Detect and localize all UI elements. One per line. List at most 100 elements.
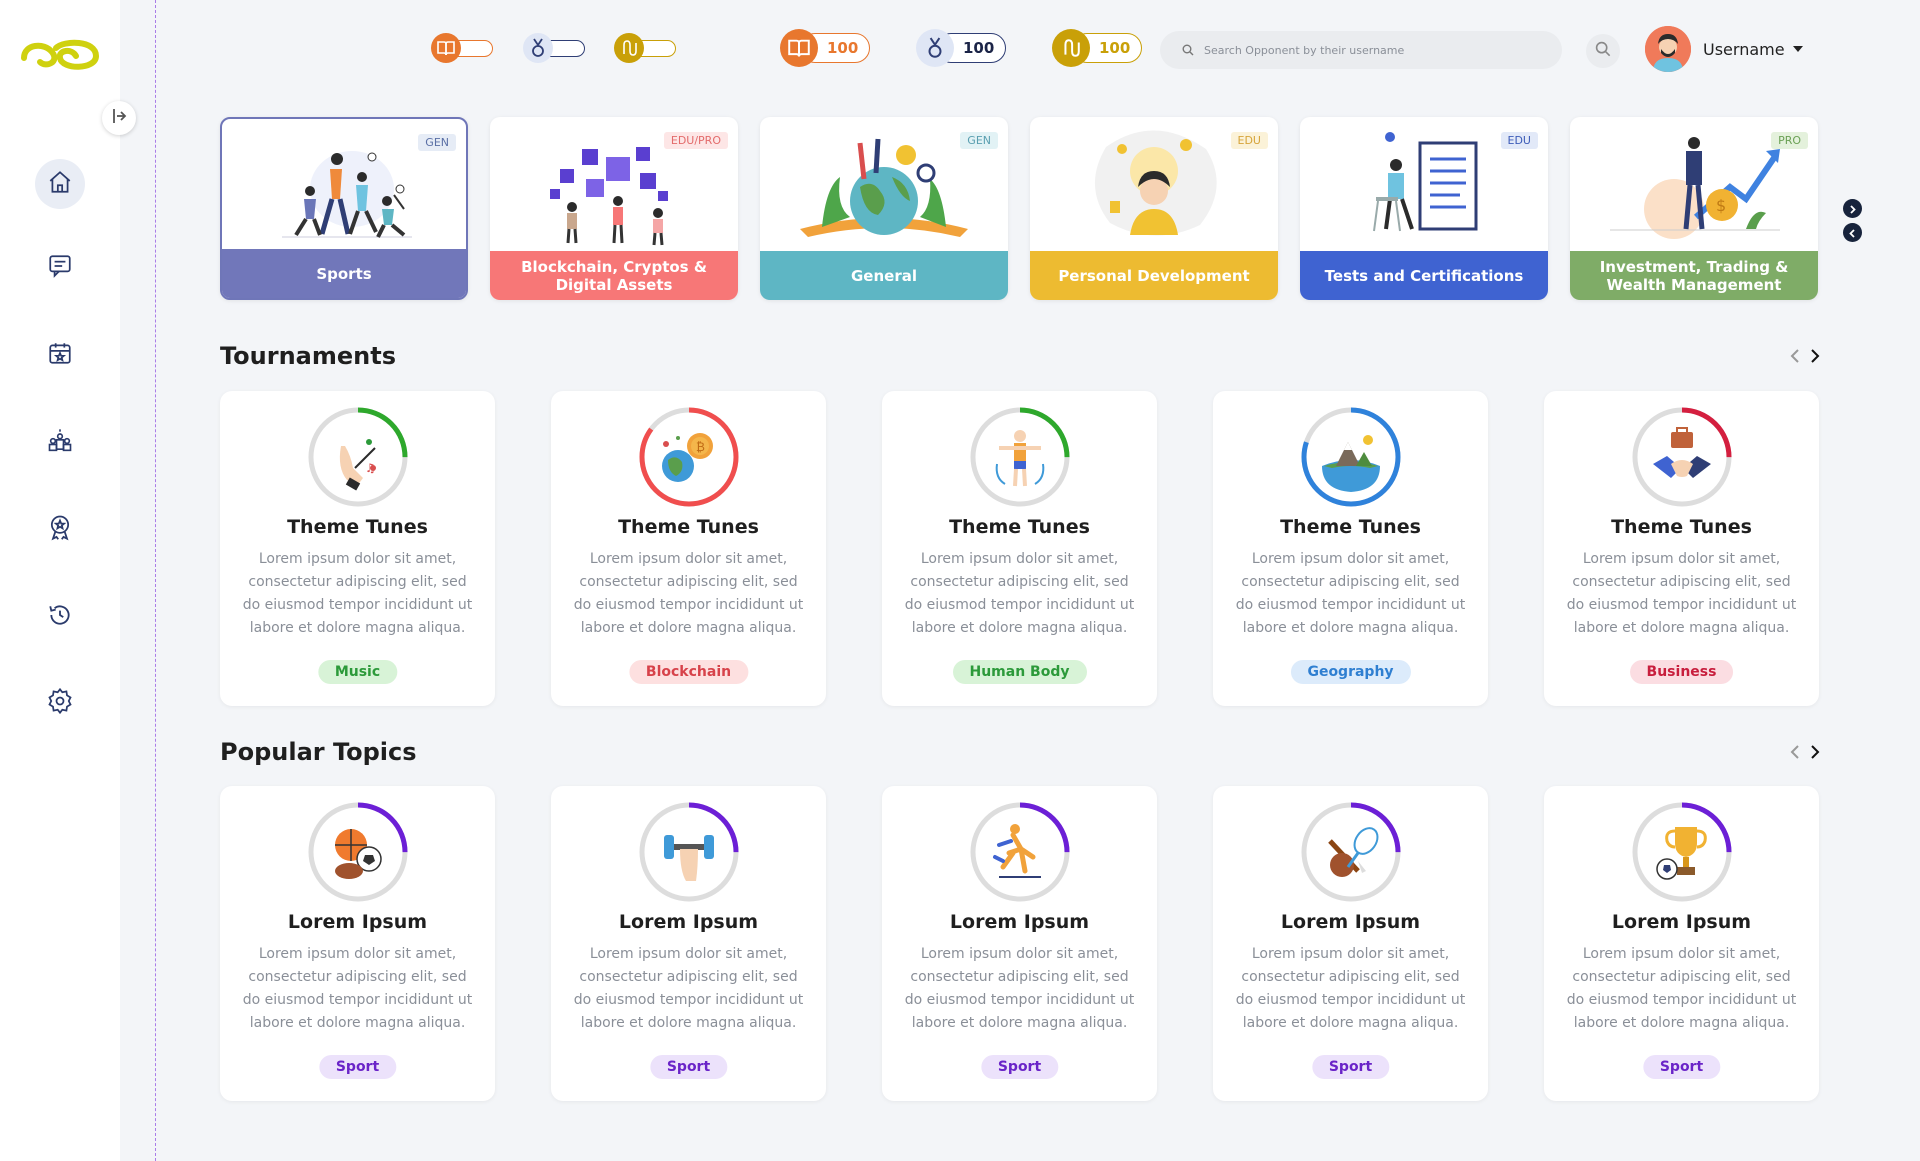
chat-icon [47,253,73,283]
category-badge[interactable]: Sport [980,1055,1059,1079]
home-icon [47,169,73,199]
sidebar [0,0,120,1161]
category-badge[interactable]: Sport [1311,1055,1390,1079]
progress-ring [969,406,1071,508]
search-button[interactable] [1586,34,1620,68]
category-card-personal-development[interactable]: EDU Personal Development [1030,117,1278,300]
category-card-tests-certifications[interactable]: EDU Tests and Certifications [1300,117,1548,300]
tournaments-prev-button[interactable] [1788,344,1802,368]
card-description: Lorem ipsum dolor sit amet, consectetur … [573,551,804,636]
history-icon [47,602,73,632]
settings-icon [46,687,74,719]
category-label: Sports [222,249,466,298]
progress-ring [1631,801,1733,903]
card-title: Theme Tunes [1280,516,1421,538]
card-description: Lorem ipsum dolor sit amet, consectetur … [1566,551,1797,636]
category-card-general[interactable]: GEN General [760,117,1008,300]
topic-card[interactable]: Lorem Ipsum Lorem ipsum dolor sit amet, … [882,786,1157,1101]
avatar [1645,26,1691,72]
medal-toggle[interactable] [523,33,587,63]
topic-card[interactable]: Lorem Ipsum Lorem ipsum dolor sit amet, … [551,786,826,1101]
category-next-button[interactable] [1843,199,1862,218]
progress-ring [638,801,740,903]
card-title: Lorem Ipsum [618,911,759,933]
coin-icon [1052,29,1090,67]
popular-topics-title: Popular Topics [220,738,417,766]
topic-card[interactable]: Lorem Ipsum Lorem ipsum dolor sit amet, … [220,786,495,1101]
calendar-icon [47,340,73,370]
card-title: Theme Tunes [949,516,1090,538]
nav-history[interactable] [35,592,85,642]
logo[interactable] [16,34,104,74]
nav-team[interactable] [35,418,85,468]
category-tag: GEN [418,134,456,151]
card-title: Theme Tunes [287,516,428,538]
tournament-card[interactable]: Theme Tunes Lorem ipsum dolor sit amet, … [1544,391,1819,706]
category-card-sports[interactable]: GEN Sports [220,117,468,300]
tournament-card[interactable]: ₿ Theme Tunes Lorem ipsum dolor sit amet… [551,391,826,706]
category-badge[interactable]: Sport [649,1055,728,1079]
card-description: Lorem ipsum dolor sit amet, consectetur … [242,551,473,636]
progress-ring [307,801,409,903]
category-badge[interactable]: Human Body [952,660,1087,684]
category-badge[interactable]: Sport [318,1055,397,1079]
chevron-down-icon [1792,46,1803,52]
category-card-blockchain[interactable]: EDU/PRO Blockchain, Cryptos & Digital As… [490,117,738,300]
topic-card[interactable]: Lorem Ipsum Lorem ipsum dolor sit amet, … [1213,786,1488,1101]
nav-home[interactable] [35,159,85,209]
nav-settings[interactable] [35,678,85,728]
card-title: Lorem Ipsum [287,911,428,933]
sidebar-divider [155,0,156,1161]
popular-topics-nav [1788,740,1822,764]
nav-calendar[interactable] [35,330,85,380]
category-badge[interactable]: Business [1629,660,1734,684]
tournament-card[interactable]: Theme Tunes Lorem ipsum dolor sit amet, … [882,391,1157,706]
nav-chat[interactable] [35,243,85,293]
category-label: Tests and Certifications [1300,251,1548,300]
progress-ring [1300,801,1402,903]
topic-card[interactable]: Lorem Ipsum Lorem ipsum dolor sit amet, … [1544,786,1819,1101]
card-description: Lorem ipsum dolor sit amet, consectetur … [242,946,473,1031]
category-badge[interactable]: Geography [1290,660,1411,684]
popular-prev-button[interactable] [1788,740,1802,764]
chevron-left-icon [1848,223,1857,242]
tournament-card[interactable]: ♫ Theme Tunes Lorem ipsum dolor sit amet… [220,391,495,706]
medal-icon [916,29,954,67]
category-badge[interactable]: Music [317,660,398,684]
category-label: Personal Development [1030,251,1278,300]
popular-next-button[interactable] [1808,740,1822,764]
team-icon [46,427,74,459]
search-input[interactable] [1204,43,1544,57]
book-icon [780,29,818,67]
card-title: Lorem Ipsum [1611,911,1752,933]
tournaments-nav [1788,344,1822,368]
tournament-card[interactable]: Theme Tunes Lorem ipsum dolor sit amet, … [1213,391,1488,706]
category-label: Blockchain, Cryptos & Digital Assets [490,251,738,300]
category-label: Investment, Trading & Wealth Management [1570,251,1818,300]
category-prev-button[interactable] [1843,223,1862,242]
coin-icon [614,33,644,63]
progress-ring [969,801,1071,903]
card-title: Theme Tunes [1611,516,1752,538]
book-toggle[interactable] [431,33,495,63]
nav-awards[interactable] [35,504,85,554]
coin-toggle[interactable] [614,33,678,63]
user-menu[interactable]: Username [1645,25,1803,73]
category-tag: EDU/PRO [663,132,728,149]
svg-text:♫: ♫ [365,461,376,475]
book-icon [431,33,461,63]
tournaments-title: Tournaments [220,342,397,370]
category-badge[interactable]: Blockchain [628,660,749,684]
card-title: Theme Tunes [618,516,759,538]
sidebar-collapse-button[interactable] [102,101,136,135]
award-icon [46,513,74,545]
card-title: Lorem Ipsum [1280,911,1421,933]
card-description: Lorem ipsum dolor sit amet, consectetur … [1566,946,1797,1031]
username: Username [1703,39,1785,59]
category-badge[interactable]: Sport [1642,1055,1721,1079]
sidebar-toggle-icon [110,107,128,129]
progress-ring: ₿ [638,406,740,508]
progress-ring: ♫ [307,406,409,508]
category-card-investment[interactable]: $ PRO Investment, Trading & Wealth Manag… [1570,117,1818,300]
tournaments-next-button[interactable] [1808,344,1822,368]
